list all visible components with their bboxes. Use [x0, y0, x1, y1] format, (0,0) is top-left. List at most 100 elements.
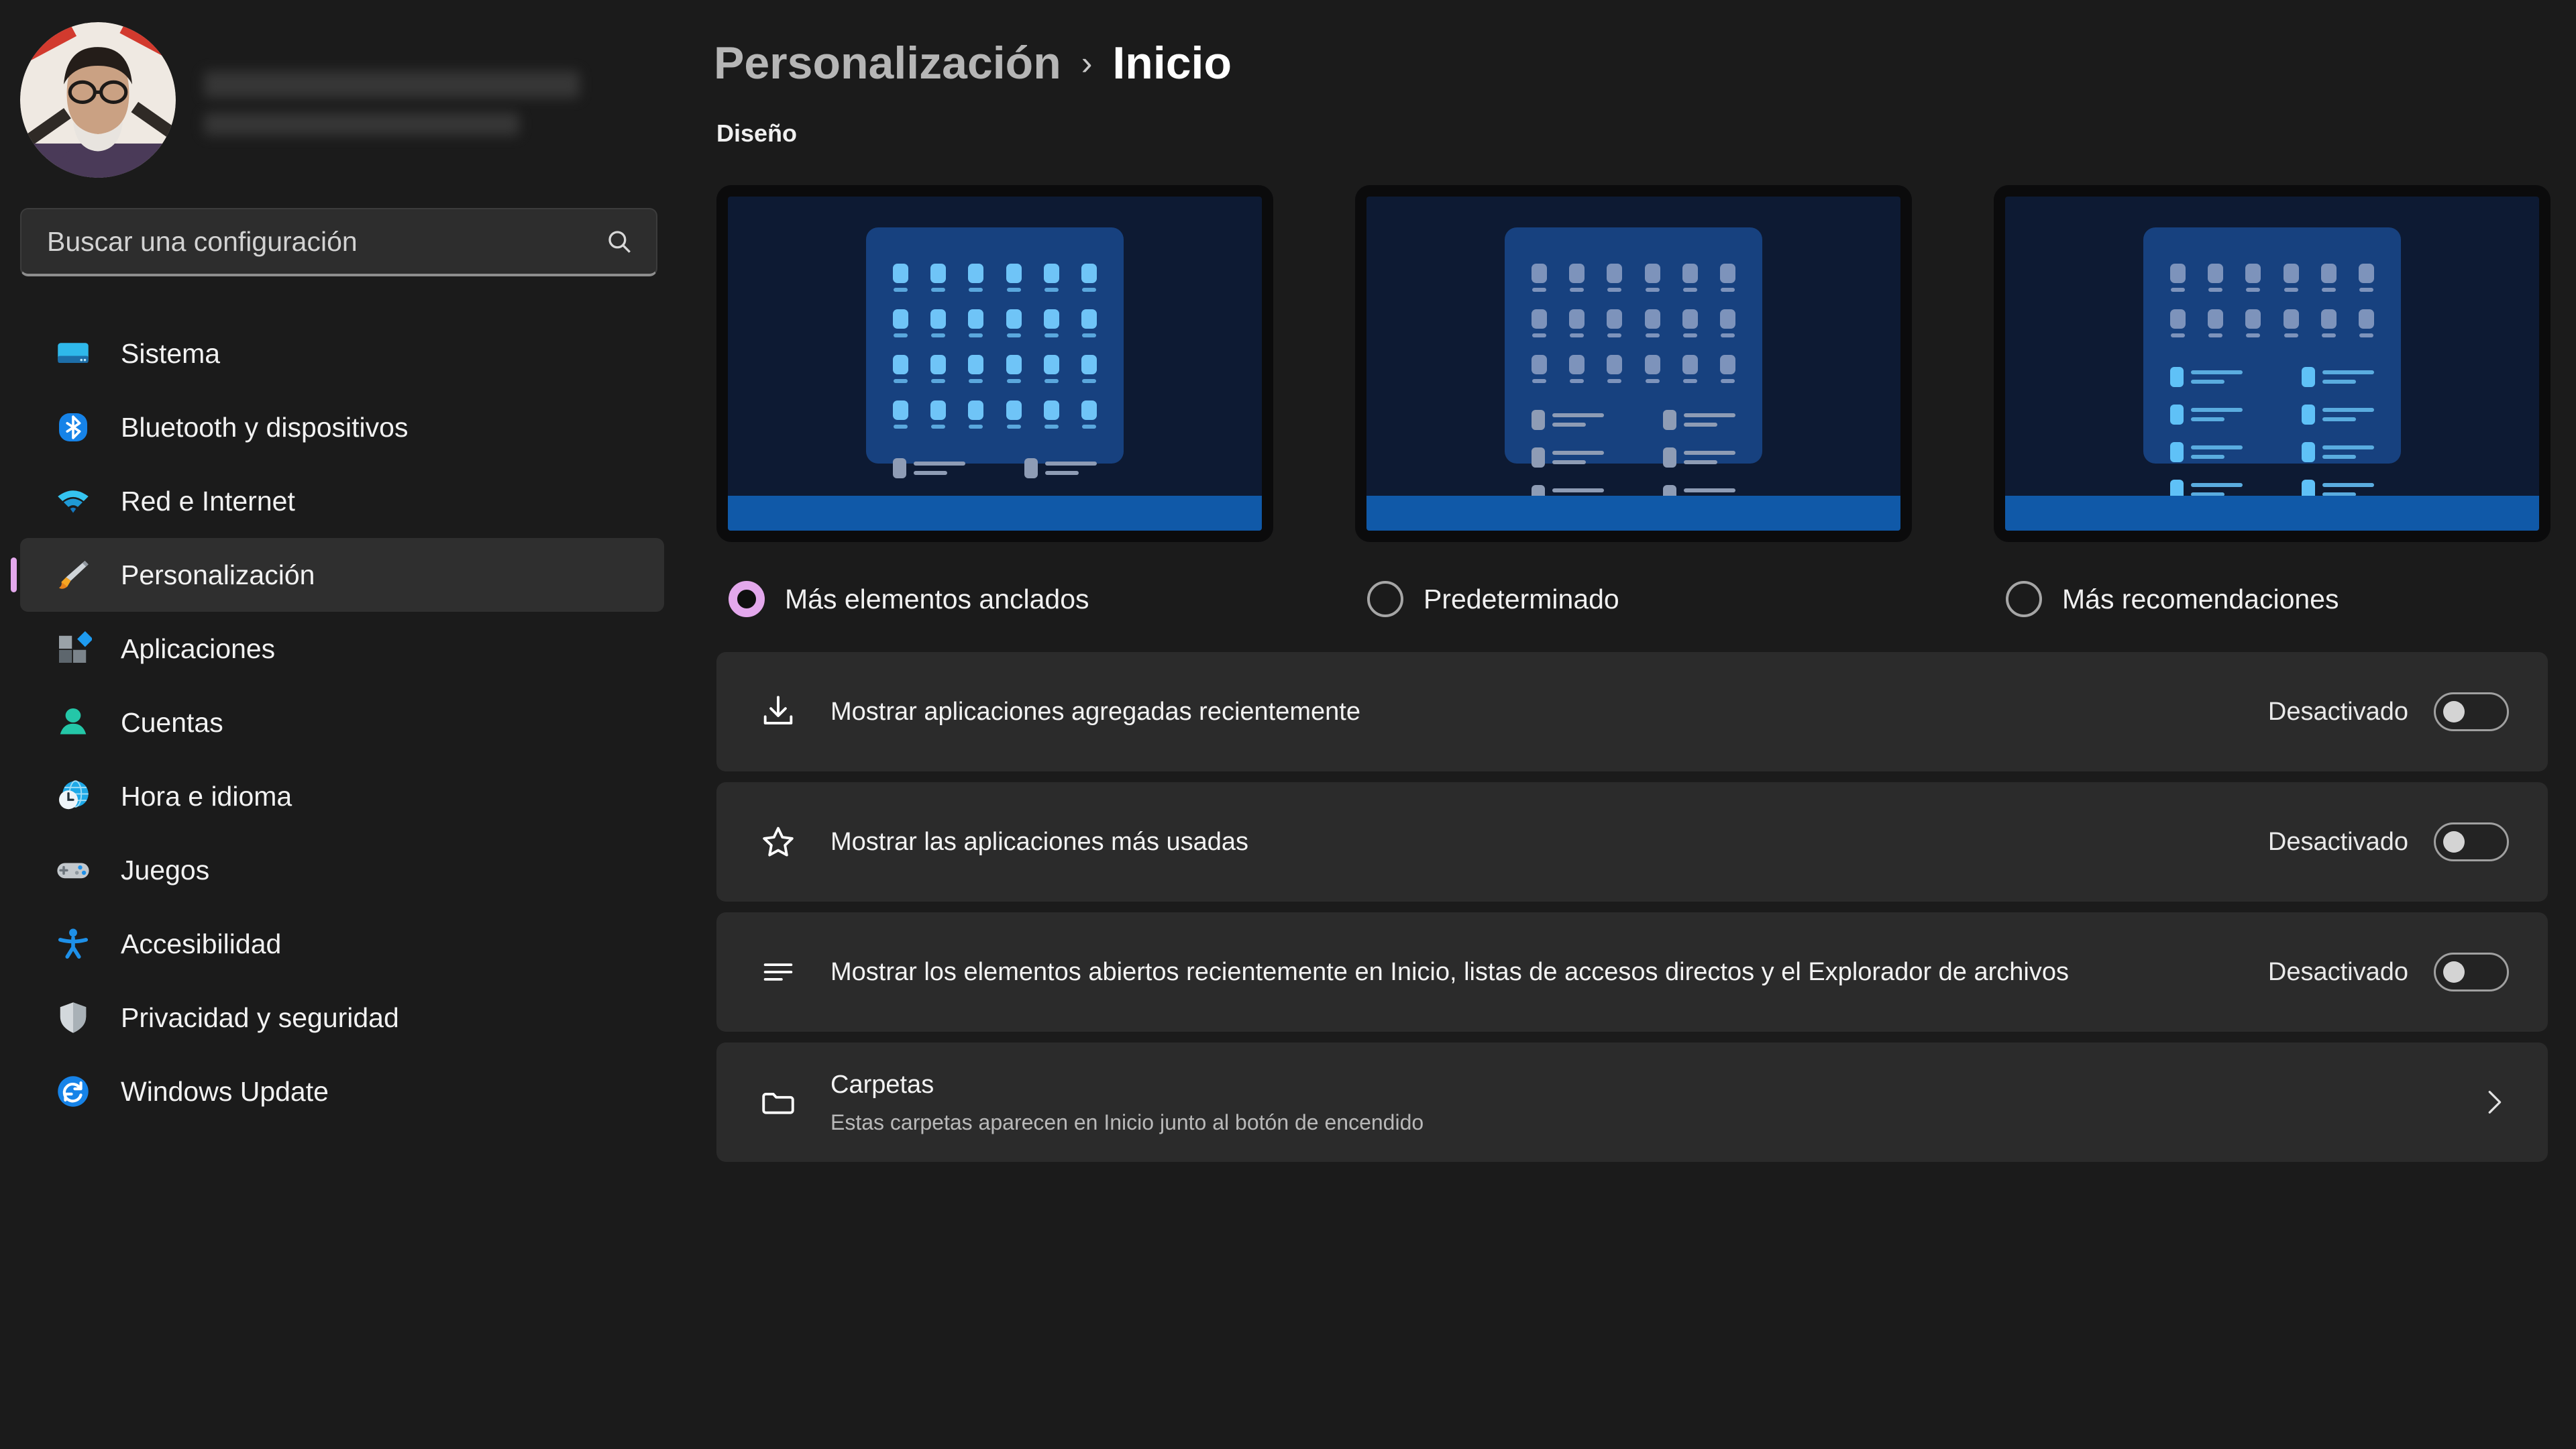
sidebar-item-aplicaciones[interactable]: Aplicaciones [20, 612, 664, 686]
profile-name-redacted [204, 71, 580, 98]
chevron-right-icon[interactable] [2478, 1087, 2509, 1118]
taskbar-strip [1366, 496, 1900, 531]
layout-option-label: Más elementos anclados [785, 583, 1089, 614]
layout-preview-image[interactable] [1355, 185, 1912, 542]
sidebar-item-label: Bluetooth y dispositivos [121, 411, 409, 443]
layout-radio-mas-elementos-anclados[interactable]: Más elementos anclados [716, 581, 1273, 617]
breadcrumb-separator-icon: › [1081, 44, 1093, 82]
sidebar-item-hora[interactable]: Hora e idioma [20, 759, 664, 833]
monitor-icon [52, 333, 94, 374]
apps-blocks-icon [52, 628, 94, 669]
setting-texts: Mostrar los elementos abiertos recientem… [830, 956, 2268, 989]
sidebar-item-sistema[interactable]: Sistema [20, 317, 664, 390]
sidebar-item-label: Aplicaciones [121, 633, 276, 664]
accessibility-icon [52, 923, 94, 965]
recommended-items-grid [2170, 350, 2374, 500]
sidebar-item-juegos[interactable]: Juegos [20, 833, 664, 907]
gamepad-icon [52, 849, 94, 891]
profile-text [204, 64, 580, 136]
sidebar-item-label: Cuentas [121, 706, 223, 738]
setting-texts: Mostrar aplicaciones agregadas recientem… [830, 696, 2268, 729]
search-icon [605, 227, 633, 256]
user-profile[interactable] [0, 0, 684, 181]
avatar[interactable] [20, 22, 176, 178]
search-input[interactable] [47, 225, 605, 258]
toggle-switch[interactable] [2434, 953, 2509, 991]
folder-icon [751, 1075, 805, 1129]
setting-title: Carpetas [830, 1070, 934, 1099]
content-area: Personalización › Inicio Diseño Más elem… [684, 0, 2576, 1449]
section-title-diseno: Diseño [716, 119, 798, 147]
recommended-items-grid [1532, 392, 1735, 505]
shield-icon [52, 997, 94, 1038]
sidebar-item-label: Hora e idioma [121, 780, 292, 812]
toggle-group: Desactivado [2268, 822, 2509, 861]
person-icon [52, 702, 94, 743]
profile-email-redacted [204, 113, 519, 136]
globe-clock-icon [52, 775, 94, 817]
layout-options-group: Más elementos anclados Predeterminado Má… [684, 148, 2576, 617]
search-box[interactable] [20, 208, 657, 276]
star-icon [751, 815, 805, 869]
layout-option-predeterminado[interactable]: Predeterminado [1355, 185, 1912, 617]
pinned-apps-grid [1532, 264, 1735, 383]
sidebar-item-label: Personalización [121, 559, 315, 590]
refresh-icon [52, 1071, 94, 1112]
layout-preview-image[interactable] [716, 185, 1273, 542]
wifi-icon [52, 480, 94, 522]
bluetooth-icon [52, 407, 94, 448]
toggle-state-label: Desactivado [2267, 697, 2408, 726]
layout-option-mas-elementos-anclados[interactable]: Más elementos anclados [716, 185, 1273, 617]
setting-subtitle: Estas carpetas aparecen en Inicio junto … [830, 1110, 1424, 1135]
download-icon [751, 685, 805, 739]
setting-row-apps-recientes[interactable]: Mostrar aplicaciones agregadas recientem… [716, 652, 2548, 771]
toggle-state-label: Desactivado [2267, 827, 2408, 856]
recommended-items-grid [893, 441, 1097, 478]
sidebar-item-label: Juegos [121, 854, 210, 885]
page-title: Inicio [1112, 38, 1232, 89]
breadcrumb: Personalización › Inicio [684, 0, 2576, 101]
taskbar-strip [2005, 496, 2539, 531]
settings-list: Mostrar aplicaciones agregadas recientem… [716, 652, 2548, 1162]
sidebar: Sistema Bluetooth y dispositivos [0, 0, 684, 1449]
layout-radio-predeterminado[interactable]: Predeterminado [1355, 581, 1912, 617]
toggle-switch[interactable] [2434, 692, 2509, 731]
pinned-apps-grid [2170, 264, 2374, 337]
toggle-state-label: Desactivado [2267, 957, 2408, 986]
breadcrumb-parent-link[interactable]: Personalización [714, 37, 1061, 89]
setting-row-carpetas[interactable]: Carpetas Estas carpetas aparecen en Inic… [716, 1042, 2548, 1162]
sidebar-item-label: Sistema [121, 337, 221, 369]
layout-option-label: Más recomendaciones [2062, 583, 2339, 614]
sidebar-item-red[interactable]: Red e Internet [20, 464, 664, 538]
radio-button[interactable] [729, 581, 765, 617]
toggle-group: Desactivado [2268, 953, 2509, 991]
setting-texts: Mostrar las aplicaciones más usadas [830, 826, 2268, 859]
setting-row-apps-mas-usadas[interactable]: Mostrar las aplicaciones más usadas Desa… [716, 782, 2548, 902]
setting-title: Mostrar los elementos abiertos recientem… [830, 957, 2069, 986]
sidebar-item-label: Red e Internet [121, 485, 295, 517]
layout-radio-mas-recomendaciones[interactable]: Más recomendaciones [1994, 581, 2551, 617]
toggle-group: Desactivado [2268, 692, 2509, 731]
setting-row-elementos-abiertos-recientemente[interactable]: Mostrar los elementos abiertos recientem… [716, 912, 2548, 1032]
sidebar-item-label: Accesibilidad [121, 928, 282, 959]
sidebar-item-label: Windows Update [121, 1075, 329, 1107]
sidebar-item-bluetooth[interactable]: Bluetooth y dispositivos [20, 390, 664, 464]
sidebar-item-label: Privacidad y seguridad [121, 1002, 399, 1033]
pinned-apps-grid [893, 264, 1097, 429]
taskbar-strip [728, 496, 1262, 531]
sidebar-item-personalizacion[interactable]: Personalización [20, 538, 664, 612]
setting-title: Mostrar aplicaciones agregadas recientem… [830, 697, 1360, 726]
sidebar-item-cuentas[interactable]: Cuentas [20, 686, 664, 759]
layout-preview-image[interactable] [1994, 185, 2551, 542]
sidebar-item-windows-update[interactable]: Windows Update [20, 1055, 664, 1128]
sidebar-item-accesibilidad[interactable]: Accesibilidad [20, 907, 664, 981]
toggle-switch[interactable] [2434, 822, 2509, 861]
paintbrush-icon [52, 554, 94, 596]
sidebar-nav: Sistema Bluetooth y dispositivos Red e I… [0, 317, 684, 1128]
radio-button[interactable] [2006, 581, 2042, 617]
radio-button[interactable] [1367, 581, 1403, 617]
sidebar-item-privacidad[interactable]: Privacidad y seguridad [20, 981, 664, 1055]
settings-window: Sistema Bluetooth y dispositivos [0, 0, 2576, 1449]
layout-option-mas-recomendaciones[interactable]: Más recomendaciones [1994, 185, 2551, 617]
layout-option-label: Predeterminado [1424, 583, 1619, 614]
